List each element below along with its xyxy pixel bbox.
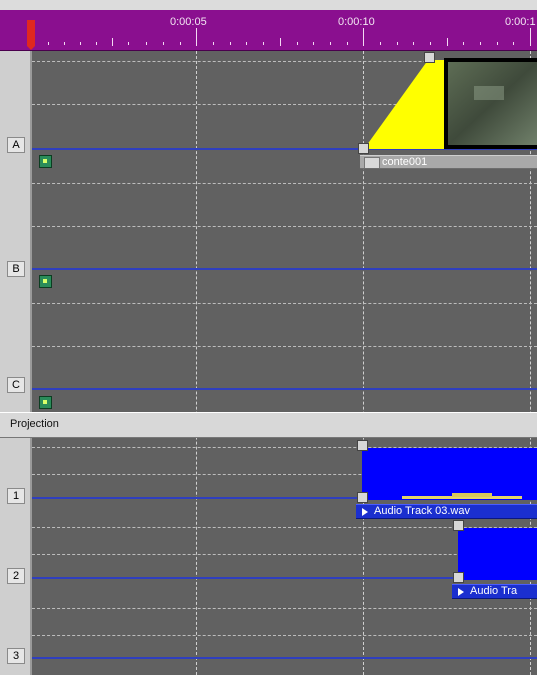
ruler-minor-tick — [347, 42, 348, 45]
ruler-minor-tick — [397, 42, 398, 45]
ruler-minor-tick — [246, 42, 247, 45]
ruler-label-10s: 0:00:10 — [338, 16, 375, 28]
audio-track-labels — [0, 437, 32, 675]
ruler-mid-tick — [280, 38, 281, 46]
ruler-minor-tick — [80, 42, 81, 45]
play-icon — [362, 508, 368, 516]
audio-clip-2-name: Audio Tra — [470, 585, 518, 597]
play-icon — [458, 588, 464, 596]
video-thumbnail — [448, 62, 537, 145]
track-b-keyframe-icon[interactable] — [39, 275, 52, 288]
audio-clip-2-waveform[interactable] — [458, 528, 537, 580]
ruler-minor-tick — [230, 42, 231, 45]
track-a-keyframe-icon[interactable] — [39, 155, 52, 168]
clip-start-handle[interactable] — [424, 52, 435, 63]
ruler-label-5s: 0:00:05 — [170, 16, 207, 28]
projection-label: Projection — [10, 418, 59, 430]
track-label-2[interactable]: 2 — [7, 568, 25, 584]
ruler-minor-tick — [380, 42, 381, 45]
ruler-minor-tick — [263, 42, 264, 45]
track-label-c[interactable]: C — [7, 377, 25, 393]
audio-1-top-handle[interactable] — [357, 440, 368, 451]
ruler-minor-tick — [213, 42, 214, 45]
transition-wedge[interactable] — [364, 60, 444, 149]
track-c-keyframe-icon[interactable] — [39, 396, 52, 409]
ruler-major-tick — [363, 28, 364, 46]
track-gridline — [32, 608, 537, 609]
ruler-minor-tick — [330, 42, 331, 45]
ruler-minor-tick — [297, 42, 298, 45]
track-label-a[interactable]: A — [7, 137, 25, 153]
ruler-major-tick — [196, 28, 197, 46]
ruler-minor-tick — [96, 42, 97, 45]
ruler-minor-tick — [146, 42, 147, 45]
time-gridline — [196, 51, 197, 675]
audio-clip-1-label[interactable]: Audio Track 03.wav — [356, 504, 537, 519]
ruler-minor-tick — [64, 42, 65, 45]
ruler-minor-tick — [163, 42, 164, 45]
clip-thumb-icon — [364, 157, 380, 168]
ruler-minor-tick — [48, 42, 49, 45]
ruler-minor-tick — [480, 42, 481, 45]
track-gridline — [32, 635, 537, 636]
track-gridline — [32, 183, 537, 184]
track-label-1[interactable]: 1 — [7, 488, 25, 504]
ruler-minor-tick — [463, 42, 464, 45]
audio-2-volume-handle[interactable] — [453, 572, 464, 583]
ruler-mid-tick — [447, 38, 448, 46]
audio-waveform-peaks — [402, 493, 522, 499]
ruler-label-15s: 0:00:1 — [505, 16, 536, 28]
track-line-c — [32, 388, 537, 390]
ruler-major-tick — [530, 28, 531, 46]
track-line-b — [32, 268, 537, 270]
audio-clip-1-name: Audio Track 03.wav — [374, 505, 470, 517]
timeline-editor: 0:00:05 0:00:10 0:00:1 A B C 1 2 3 conte… — [0, 0, 537, 675]
video-track-labels — [0, 51, 32, 412]
video-clip-conte001[interactable] — [364, 56, 537, 153]
clip-opacity-handle[interactable] — [358, 143, 369, 154]
audio-2-top-handle[interactable] — [453, 520, 464, 531]
track-label-3[interactable]: 3 — [7, 648, 25, 664]
time-ruler[interactable]: 0:00:05 0:00:10 0:00:1 — [0, 10, 537, 52]
ruler-minor-tick — [497, 42, 498, 45]
projection-section-header[interactable]: Projection — [0, 412, 537, 438]
ruler-minor-tick — [513, 42, 514, 45]
ruler-minor-tick — [313, 42, 314, 45]
ruler-mid-tick — [112, 38, 113, 46]
ruler-minor-tick — [430, 42, 431, 45]
track-gridline — [32, 303, 537, 304]
track-gridline — [32, 226, 537, 227]
ruler-minor-tick — [413, 42, 414, 45]
playhead-marker[interactable] — [26, 10, 36, 50]
track-label-b[interactable]: B — [7, 261, 25, 277]
audio-clip-2-label[interactable]: Audio Tra — [452, 584, 537, 599]
ruler-minor-tick — [128, 42, 129, 45]
track-gridline — [32, 346, 537, 347]
track-line-3 — [32, 657, 537, 659]
video-clip-label[interactable]: conte001 — [360, 155, 537, 169]
ruler-minor-tick — [180, 42, 181, 45]
audio-1-volume-handle[interactable] — [357, 492, 368, 503]
video-clip-name: conte001 — [382, 156, 428, 168]
